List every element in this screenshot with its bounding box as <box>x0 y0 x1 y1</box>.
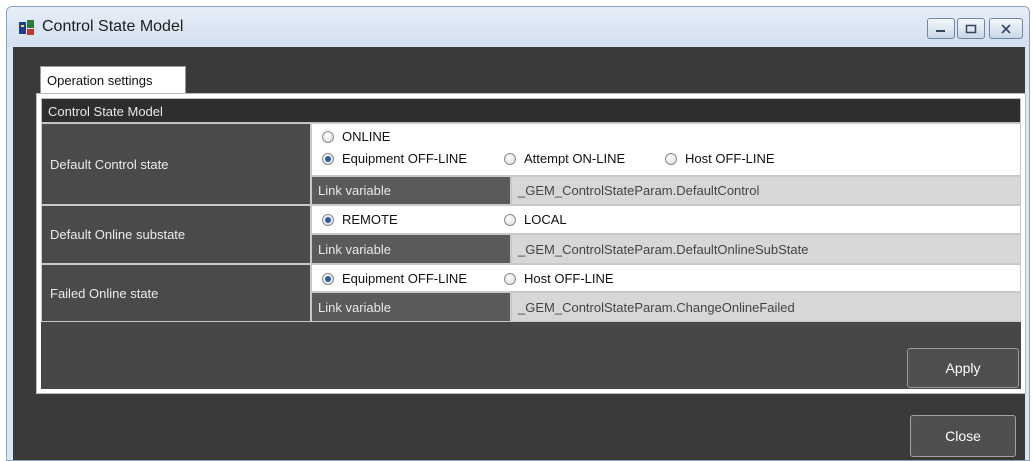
radio-button-icon <box>504 213 516 226</box>
radio-failed-equipment-offline-label: Equipment OFF-LINE <box>342 271 467 286</box>
failed-online-state-options: Equipment OFF-LINE Host OFF-LINE <box>311 264 1021 292</box>
section-header: Control State Model <box>41 98 1021 123</box>
radio-failed-host-offline[interactable]: Host OFF-LINE <box>504 271 614 286</box>
radio-host-offline-label: Host OFF-LINE <box>685 151 775 166</box>
default-online-substate-options: REMOTE LOCAL <box>311 205 1021 234</box>
radio-local-label: LOCAL <box>524 212 567 227</box>
settings-grid: Control State Model Default Control stat… <box>41 98 1021 389</box>
radio-button-icon <box>665 152 677 165</box>
link-variable-label: Link variable <box>311 292 511 322</box>
radio-button-selected-icon <box>322 152 334 165</box>
radio-failed-equipment-offline[interactable]: Equipment OFF-LINE <box>322 271 467 286</box>
radio-equipment-offline[interactable]: Equipment OFF-LINE <box>322 151 467 166</box>
minimize-button[interactable] <box>927 18 955 39</box>
link-variable-value: _GEM_ControlStateParam.DefaultControl <box>511 176 1021 205</box>
link-variable-label: Link variable <box>311 176 511 205</box>
control-state-model-window: Control State Model Operation settings C… <box>6 6 1030 461</box>
maximize-button[interactable] <box>957 18 985 39</box>
tab-operation-settings[interactable]: Operation settings <box>40 66 186 94</box>
radio-online-label: ONLINE <box>342 129 391 144</box>
radio-equipment-offline-label: Equipment OFF-LINE <box>342 151 467 166</box>
radio-button-icon <box>504 152 516 165</box>
link-variable-label: Link variable <box>311 234 511 264</box>
default-control-state-label: Default Control state <box>41 123 311 205</box>
failed-online-state-label: Failed Online state <box>41 264 311 322</box>
radio-button-selected-icon <box>322 213 334 226</box>
default-online-substate-label: Default Online substate <box>41 205 311 264</box>
apply-button[interactable]: Apply <box>907 348 1019 388</box>
title-bar[interactable]: Control State Model <box>7 7 1029 47</box>
default-control-state-options: ONLINE Equipment OFF-LINE Attempt ON-LIN… <box>311 123 1021 176</box>
maximize-icon <box>958 19 984 38</box>
radio-local[interactable]: LOCAL <box>504 212 567 227</box>
link-variable-value: _GEM_ControlStateParam.DefaultOnlineSubS… <box>511 234 1021 264</box>
link-variable-value: _GEM_ControlStateParam.ChangeOnlineFaile… <box>511 292 1021 322</box>
radio-attempt-online[interactable]: Attempt ON-LINE <box>504 151 625 166</box>
window-client-area: Operation settings Control State Model D… <box>13 47 1026 460</box>
close-icon <box>990 19 1022 38</box>
radio-remote[interactable]: REMOTE <box>322 212 398 227</box>
operation-settings-panel: Control State Model Default Control stat… <box>36 93 1026 394</box>
radio-host-offline[interactable]: Host OFF-LINE <box>665 151 775 166</box>
minimize-icon <box>928 19 954 38</box>
radio-online[interactable]: ONLINE <box>322 129 390 144</box>
close-window-button[interactable] <box>989 18 1023 39</box>
app-icon <box>19 20 34 35</box>
radio-remote-label: REMOTE <box>342 212 398 227</box>
radio-attempt-online-label: Attempt ON-LINE <box>524 151 626 166</box>
window-title: Control State Model <box>42 18 184 35</box>
radio-failed-host-offline-label: Host OFF-LINE <box>524 271 614 286</box>
radio-button-icon <box>322 130 334 143</box>
radio-button-selected-icon <box>322 272 334 285</box>
close-button[interactable]: Close <box>910 415 1016 457</box>
radio-button-icon <box>504 272 516 285</box>
